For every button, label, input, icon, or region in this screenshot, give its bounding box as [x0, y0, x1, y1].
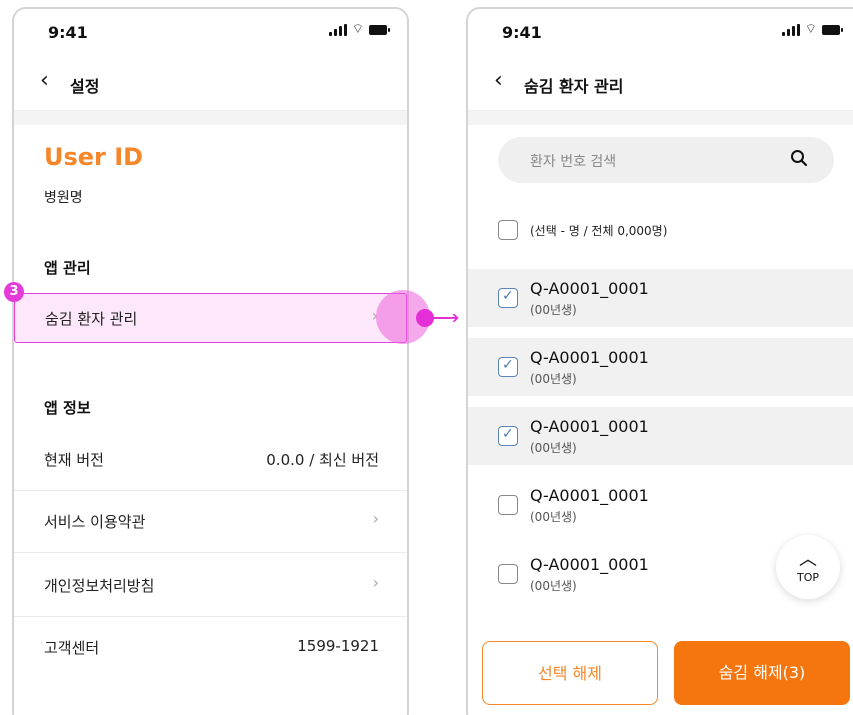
patient-birth-year: (00년생): [530, 303, 577, 317]
status-time: 9:41: [502, 23, 542, 42]
patient-checkbox[interactable]: [498, 495, 518, 515]
app-info-heading: 앱 정보: [44, 399, 91, 417]
hidden-patients-screen: 9:41 ⌔ ‹ 숨김 환자 관리 환자 번호 검색 (선택 - 명 / 전체 …: [466, 7, 853, 715]
patient-birth-year: (00년생): [530, 372, 577, 386]
page-title: 설정: [70, 77, 100, 96]
selection-count: (선택 - 명 / 전체 0,000명): [530, 223, 668, 238]
nav-bar: ‹ 설정: [14, 55, 407, 111]
patient-checkbox[interactable]: [498, 357, 518, 377]
patient-checkbox[interactable]: [498, 288, 518, 308]
select-all-row[interactable]: (선택 - 명 / 전체 0,000명): [498, 220, 667, 240]
patient-birth-year: (00년생): [530, 510, 577, 524]
support-label: 고객센터: [44, 639, 100, 657]
patient-birth-year: (00년생): [530, 579, 577, 593]
scroll-top-button[interactable]: ︿ TOP: [776, 535, 840, 599]
status-icons: ⌔: [328, 22, 390, 37]
battery-icon: [369, 25, 390, 35]
support-row: 고객센터 1599-1921: [14, 617, 407, 679]
patient-birth-year: (00년생): [530, 441, 577, 455]
hidden-patients-label: 숨김 환자 관리: [45, 310, 138, 328]
support-phone: 1599-1921: [297, 637, 379, 655]
status-bar: 9:41 ⌔: [14, 9, 407, 55]
patient-id: Q-A0001_0001: [530, 348, 649, 367]
search-placeholder: 환자 번호 검색: [530, 154, 617, 170]
status-icons: ⌔: [781, 22, 843, 37]
status-bar: 9:41 ⌔: [468, 9, 853, 55]
patient-id: Q-A0001_0001: [530, 486, 649, 505]
status-time: 9:41: [48, 23, 88, 42]
section-divider: [14, 111, 407, 125]
battery-icon: [822, 25, 843, 35]
signal-icon: [328, 24, 347, 36]
hidden-patients-menu-item[interactable]: 숨김 환자 관리 ›: [14, 293, 407, 343]
user-id: User ID: [44, 143, 144, 171]
patient-row[interactable]: Q-A0001_0001 (00년생): [468, 338, 853, 396]
privacy-label: 개인정보처리방침: [44, 577, 155, 595]
search-icon[interactable]: [790, 149, 808, 167]
privacy-menu-item[interactable]: 개인정보처리방침 ›: [14, 555, 407, 617]
patient-search-input[interactable]: 환자 번호 검색: [498, 137, 834, 183]
page-title: 숨김 환자 관리: [524, 77, 624, 96]
back-arrow-icon[interactable]: ‹: [494, 69, 514, 93]
terms-label: 서비스 이용약관: [44, 513, 146, 531]
app-manage-heading: 앱 관리: [44, 259, 91, 277]
terms-menu-item[interactable]: 서비스 이용약관 ›: [14, 491, 407, 553]
chevron-right-icon: ›: [372, 573, 379, 592]
version-label: 현재 버전: [44, 451, 104, 469]
wifi-icon: ⌔: [351, 22, 364, 37]
top-label: TOP: [796, 571, 819, 584]
select-all-checkbox[interactable]: [498, 220, 518, 240]
unhide-button[interactable]: 숨김 해제(3): [674, 641, 850, 705]
settings-screen: 9:41 ⌔ ‹ 설정 User ID 병원명 앱 관리 숨김 환자 관리 › …: [12, 7, 409, 715]
patient-row[interactable]: Q-A0001_0001 (00년생): [468, 269, 853, 327]
signal-icon: [781, 24, 800, 36]
patient-checkbox[interactable]: [498, 426, 518, 446]
patient-id: Q-A0001_0001: [530, 279, 649, 298]
back-arrow-icon[interactable]: ‹: [40, 69, 60, 93]
chevron-up-icon: ︿: [799, 549, 817, 570]
step-badge: 3: [4, 282, 24, 302]
deselect-button[interactable]: 선택 해제: [482, 641, 658, 705]
arrow-right-icon: ➔: [446, 308, 460, 327]
version-value: 0.0.0 / 최신 버전: [266, 451, 379, 469]
patient-row[interactable]: Q-A0001_0001 (00년생): [468, 476, 853, 534]
patient-id: Q-A0001_0001: [530, 555, 649, 574]
patient-id: Q-A0001_0001: [530, 417, 649, 436]
chevron-right-icon: ›: [372, 509, 379, 528]
version-row: 현재 버전 0.0.0 / 최신 버전: [14, 429, 407, 491]
patient-row[interactable]: Q-A0001_0001 (00년생): [468, 407, 853, 465]
nav-bar: ‹ 숨김 환자 관리: [468, 55, 853, 111]
section-divider: [468, 111, 853, 125]
hospital-name: 병원명: [44, 190, 83, 206]
wifi-icon: ⌔: [804, 22, 817, 37]
patient-checkbox[interactable]: [498, 564, 518, 584]
